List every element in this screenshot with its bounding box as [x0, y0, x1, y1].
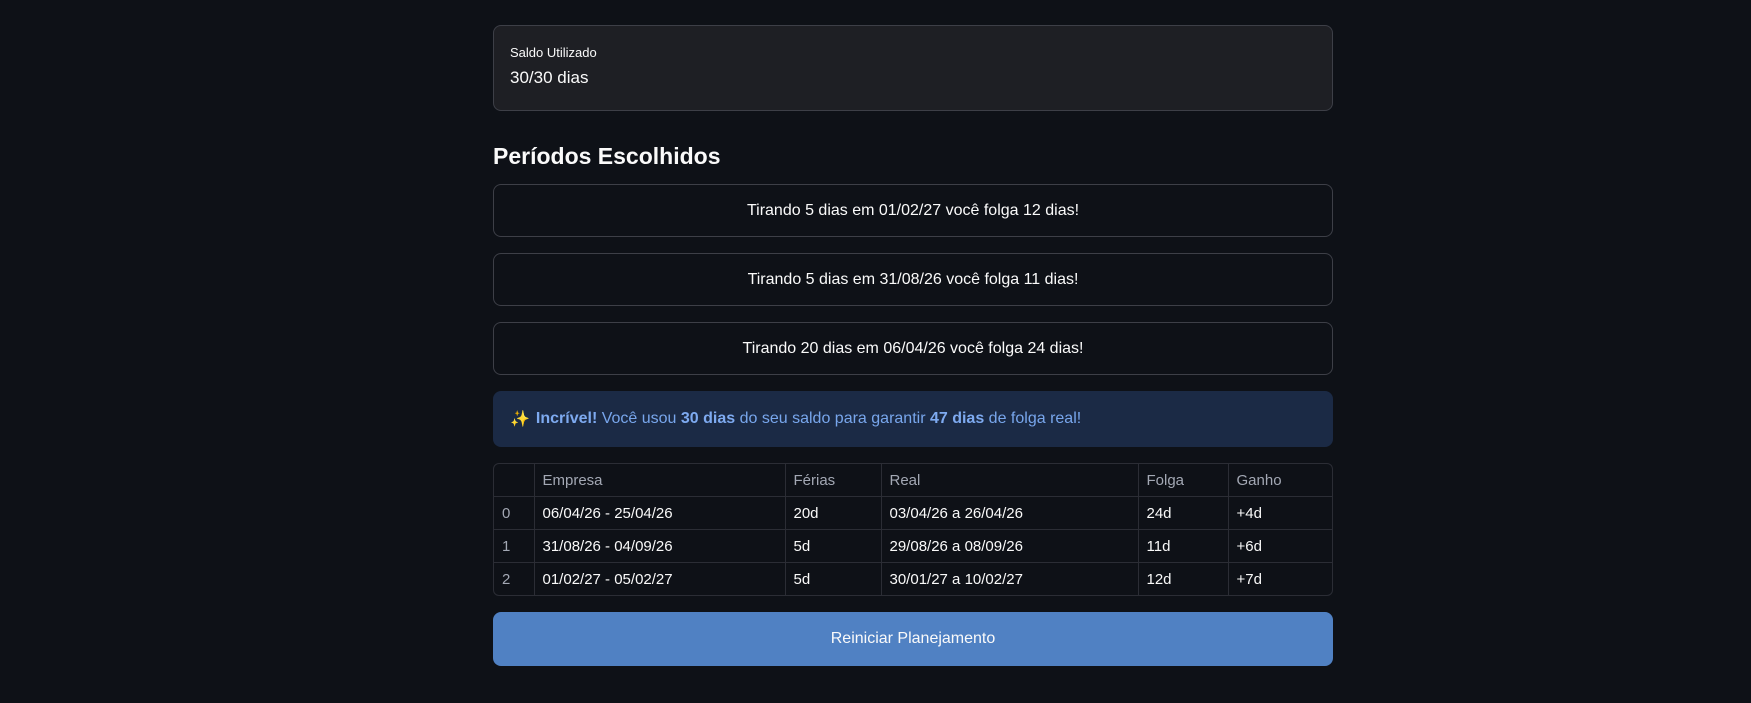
- reset-planning-button[interactable]: Reiniciar Planejamento: [493, 612, 1333, 666]
- table-cell[interactable]: +4d: [1228, 496, 1332, 530]
- sparkles-icon: ✨: [510, 411, 530, 428]
- table-cell[interactable]: 5d: [785, 562, 882, 595]
- table-row: 2 01/02/27 - 05/02/27 5d 30/01/27 a 10/0…: [494, 562, 1332, 596]
- table-cell[interactable]: 29/08/26 a 08/09/26: [881, 529, 1139, 563]
- column-header-folga[interactable]: Folga: [1138, 464, 1229, 497]
- table-cell[interactable]: 20d: [785, 496, 882, 530]
- table-cell[interactable]: 11d: [1138, 529, 1229, 563]
- table-header-row: Empresa Férias Real Folga Ganho: [494, 464, 1332, 497]
- table-cell[interactable]: 01/02/27 - 05/02/27: [534, 562, 786, 595]
- table-cell[interactable]: 31/08/26 - 04/09/26: [534, 529, 786, 563]
- table-row: 1 31/08/26 - 04/09/26 5d 29/08/26 a 08/0…: [494, 529, 1332, 563]
- table-cell[interactable]: 03/04/26 a 26/04/26: [881, 496, 1139, 530]
- section-title: Períodos Escolhidos: [493, 143, 721, 169]
- column-header-empresa[interactable]: Empresa: [534, 464, 786, 497]
- table-cell-index[interactable]: 0: [494, 496, 535, 530]
- info-text: Você usou: [597, 410, 681, 427]
- column-header-real[interactable]: Real: [881, 464, 1139, 497]
- info-alert: ✨ Incrível! Você usou 30 dias do seu sal…: [493, 391, 1333, 447]
- info-bold-exclaim: Incrível!: [535, 410, 598, 427]
- info-used-days: 30 dias: [680, 410, 736, 427]
- info-text: de folga real!: [984, 410, 1082, 427]
- period-item: Tirando 5 dias em 31/08/26 você folga 11…: [493, 253, 1333, 306]
- column-header-index[interactable]: [494, 464, 535, 497]
- table-cell[interactable]: +6d: [1228, 529, 1332, 563]
- table-cell[interactable]: 06/04/26 - 25/04/26: [534, 496, 786, 530]
- table-cell[interactable]: 30/01/27 a 10/02/27: [881, 562, 1139, 595]
- table-cell[interactable]: 24d: [1138, 496, 1229, 530]
- table-cell-index[interactable]: 2: [494, 562, 535, 595]
- main-content: Saldo Utilizado 30/30 dias Períodos Esco…: [493, 25, 1333, 666]
- table-cell[interactable]: +7d: [1228, 563, 1332, 596]
- table-cell[interactable]: 5d: [785, 529, 882, 563]
- periods-table[interactable]: Empresa Férias Real Folga Ganho 0 06/04/…: [493, 463, 1333, 596]
- table-row: 0 06/04/26 - 25/04/26 20d 03/04/26 a 26/…: [494, 496, 1332, 530]
- info-total-days: 47 dias: [929, 410, 985, 427]
- period-item: Tirando 5 dias em 01/02/27 você folga 12…: [493, 184, 1333, 237]
- table-cell-index[interactable]: 1: [494, 529, 535, 563]
- metric-label: Saldo Utilizado: [510, 45, 597, 60]
- column-header-ferias[interactable]: Férias: [785, 464, 882, 497]
- period-list: Tirando 5 dias em 01/02/27 você folga 12…: [493, 184, 1333, 375]
- info-text: do seu saldo para garantir: [735, 410, 930, 427]
- table-cell[interactable]: 12d: [1138, 562, 1229, 595]
- metric-value: 30/30 dias: [510, 68, 589, 87]
- balance-metric-card: Saldo Utilizado 30/30 dias: [493, 25, 1333, 111]
- period-item: Tirando 20 dias em 06/04/26 você folga 2…: [493, 322, 1333, 375]
- column-header-ganho[interactable]: Ganho: [1228, 464, 1332, 497]
